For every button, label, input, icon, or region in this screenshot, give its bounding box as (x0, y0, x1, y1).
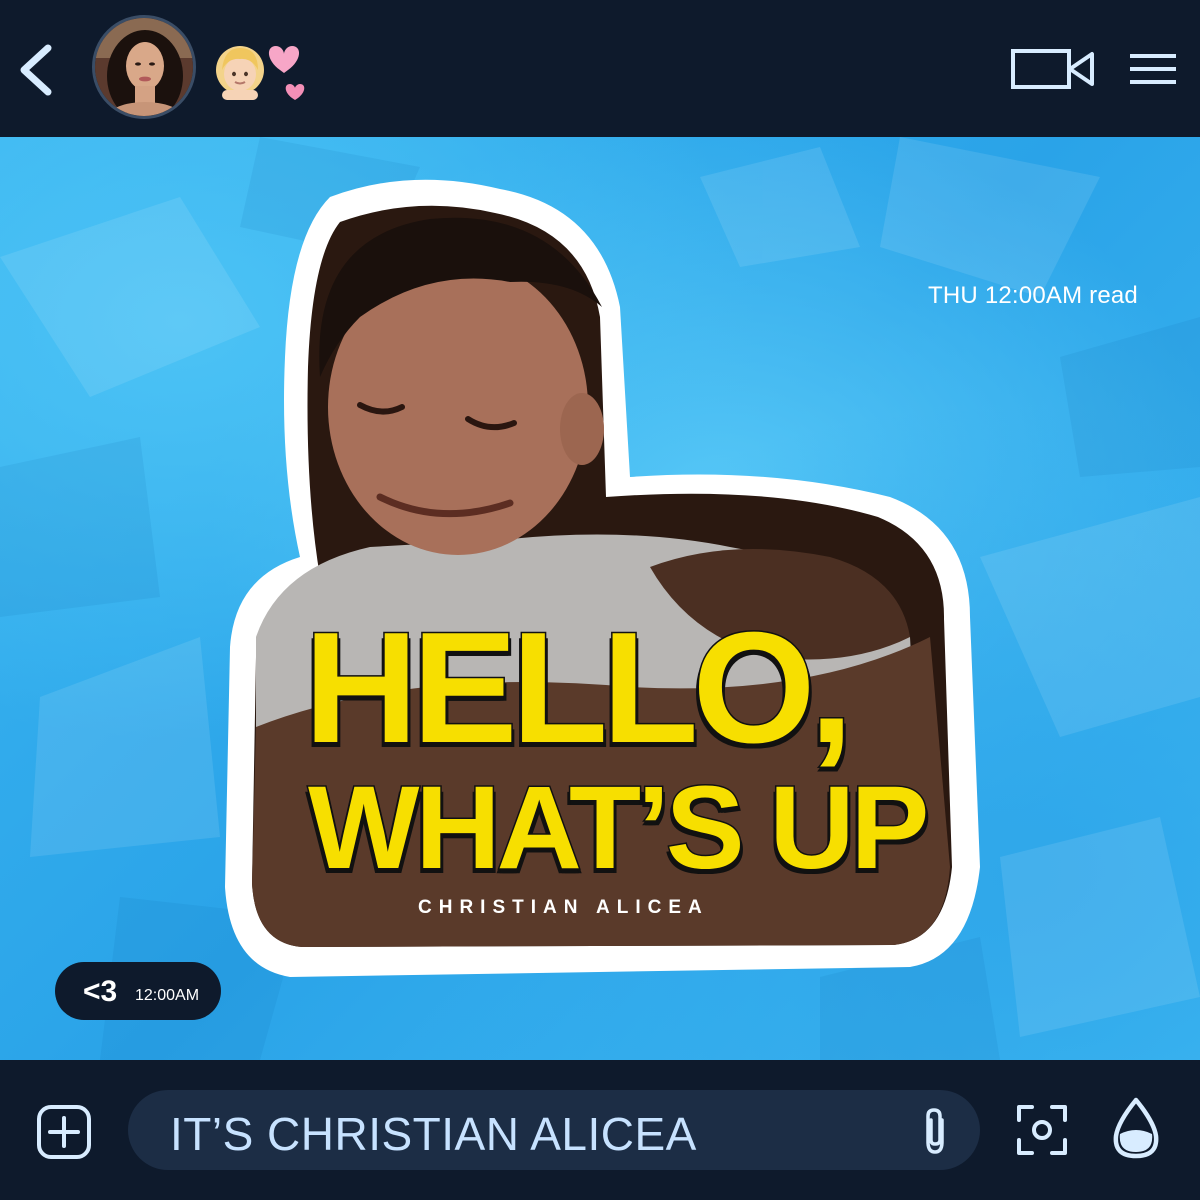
paperclip-icon (926, 1108, 944, 1154)
reply-timestamp: 12:00AM (135, 987, 200, 1004)
water-drop-icon (1113, 1097, 1159, 1159)
camera-button[interactable] (1016, 1104, 1068, 1156)
chat-area: THU 12:00AM read HELLO, WHAT’S UP CHRIST… (0, 137, 1200, 1060)
sticker-artist-name: CHRISTIAN ALICEA (418, 897, 709, 918)
two-hearts-emoji-icon (268, 46, 305, 100)
composer-bar: IT’S CHRISTIAN ALICEA (0, 1060, 1200, 1200)
hamburger-menu-icon (1130, 54, 1176, 84)
sticker-title-line2: WHAT’S UP (306, 762, 930, 894)
chevron-left-icon (20, 44, 52, 96)
video-camera-icon (1011, 49, 1094, 89)
reply-bubble[interactable]: <3 12:00AM (55, 962, 221, 1020)
attach-button[interactable] (920, 1106, 950, 1156)
add-button[interactable] (36, 1104, 92, 1160)
reply-text: <3 (83, 975, 118, 1008)
chat-header (0, 0, 1200, 137)
avatar-photo (95, 18, 193, 116)
drop-button[interactable] (1110, 1096, 1162, 1160)
back-button[interactable] (14, 42, 64, 98)
menu-button[interactable] (1130, 54, 1176, 84)
message-input-value: IT’S CHRISTIAN ALICEA (170, 1108, 697, 1160)
contact-avatar[interactable] (92, 15, 196, 119)
plus-circle-icon (37, 1105, 91, 1159)
video-call-button[interactable] (1010, 48, 1096, 90)
sticker-title-line1: HELLO, (302, 600, 854, 776)
message-input[interactable]: IT’S CHRISTIAN ALICEA (128, 1090, 980, 1170)
contact-emoji-status (214, 40, 310, 100)
sticker-ear (560, 393, 604, 465)
camera-scan-icon (1017, 1105, 1067, 1155)
